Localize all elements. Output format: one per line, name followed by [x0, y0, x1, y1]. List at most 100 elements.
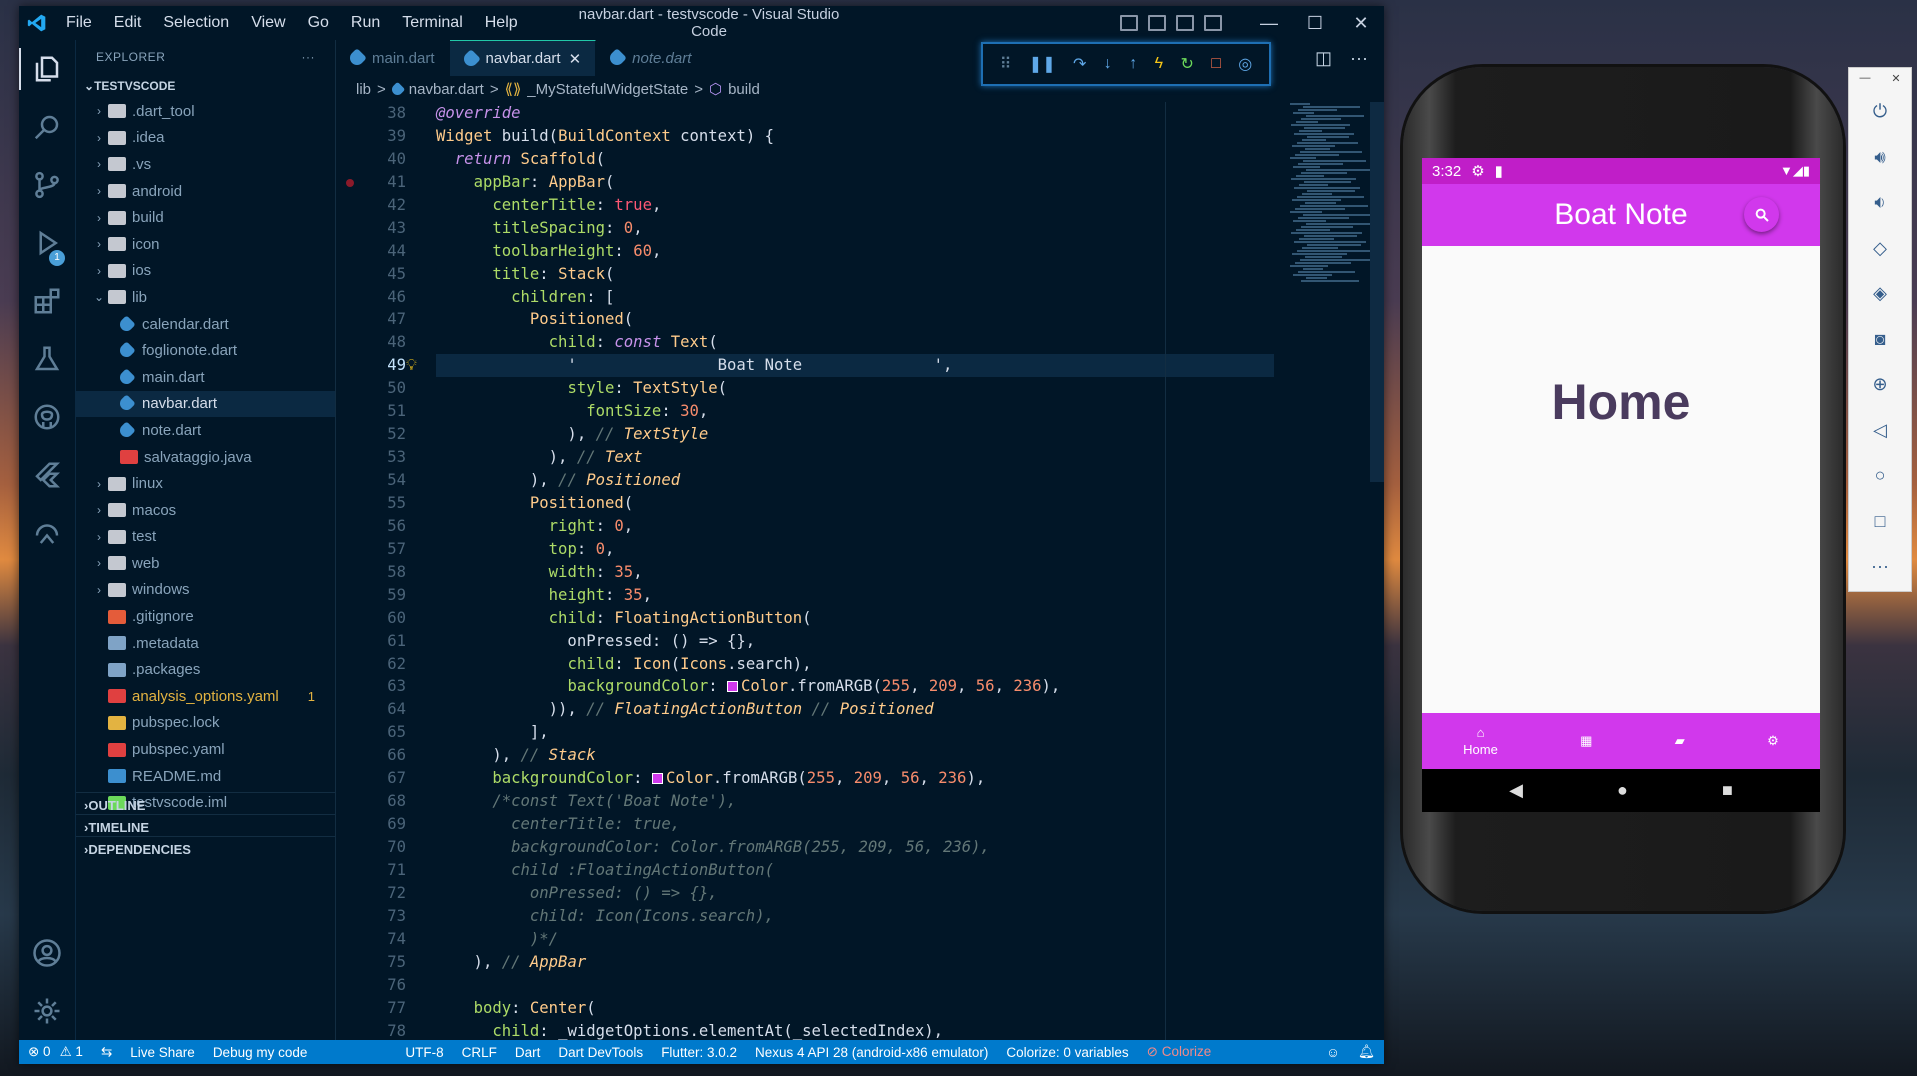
- line-number[interactable]: 47: [336, 308, 416, 331]
- search-fab[interactable]: [1744, 197, 1779, 232]
- tree-item[interactable]: › macos: [76, 497, 335, 524]
- line-number[interactable]: 75: [336, 951, 416, 974]
- code-line[interactable]: ), // Stack: [436, 744, 1274, 767]
- menu-edit[interactable]: Edit: [103, 6, 153, 40]
- remote-explorer-icon[interactable]: [19, 504, 75, 562]
- tree-item[interactable]: › .vs: [76, 151, 335, 178]
- editor-scrollbar[interactable]: [1370, 102, 1384, 482]
- tree-item[interactable]: › linux: [76, 470, 335, 497]
- line-number[interactable]: 72: [336, 882, 416, 905]
- line-number[interactable]: 48: [336, 331, 416, 354]
- pause-icon[interactable]: ❚❚: [1029, 54, 1056, 74]
- line-number[interactable]: 40: [336, 148, 416, 171]
- line-number[interactable]: 52: [336, 423, 416, 446]
- tree-item[interactable]: main.dart: [76, 364, 335, 391]
- tree-item[interactable]: salvataggio.java: [76, 444, 335, 471]
- rotate-right-icon[interactable]: ◈: [1873, 271, 1887, 317]
- code-line[interactable]: Positioned(: [436, 308, 1274, 331]
- line-number[interactable]: 62: [336, 653, 416, 676]
- tree-item[interactable]: .gitignore: [76, 603, 335, 630]
- toggle-sidebar-icon[interactable]: [1120, 15, 1138, 31]
- code-line[interactable]: child: _widgetOptions.elementAt(_selecte…: [436, 1020, 1274, 1041]
- menu-help[interactable]: Help: [474, 6, 529, 40]
- code-line[interactable]: onPressed: () => {},: [436, 630, 1274, 653]
- tree-item[interactable]: › web: [76, 550, 335, 577]
- tree-item[interactable]: › build: [76, 204, 335, 231]
- breadcrumb-lib[interactable]: lib: [356, 81, 371, 98]
- tab-close-icon[interactable]: ✕: [569, 50, 582, 68]
- line-number[interactable]: 74: [336, 928, 416, 951]
- code-line[interactable]: titleSpacing: 0,: [436, 217, 1274, 240]
- rotate-left-icon[interactable]: ◇: [1873, 226, 1887, 272]
- source-control-icon[interactable]: [19, 156, 75, 214]
- tree-item[interactable]: .packages: [76, 656, 335, 683]
- explorer-icon[interactable]: [19, 40, 75, 98]
- devtools-icon[interactable]: ◎: [1238, 54, 1252, 74]
- tree-item[interactable]: › android: [76, 178, 335, 205]
- line-number[interactable]: 54: [336, 469, 416, 492]
- explorer-more-button[interactable]: ···: [302, 50, 316, 64]
- tree-item[interactable]: .metadata: [76, 630, 335, 657]
- close-button[interactable]: ✕: [1338, 13, 1384, 34]
- debug-target-icon[interactable]: ⇆: [92, 1044, 121, 1060]
- home-button-icon[interactable]: ●: [1617, 780, 1628, 801]
- more-icon[interactable]: ···: [1871, 544, 1889, 590]
- line-number[interactable]: 44: [336, 240, 416, 263]
- hot-reload-icon[interactable]: ϟ: [1155, 55, 1163, 73]
- tree-item[interactable]: navbar.dart: [76, 390, 335, 418]
- stop-icon[interactable]: □: [1211, 55, 1221, 73]
- line-number[interactable]: 78: [336, 1020, 416, 1041]
- split-editor-icon[interactable]: ◫: [1315, 48, 1332, 69]
- breadcrumb-method[interactable]: build: [728, 81, 760, 98]
- code-line[interactable]: child: Icon(Icons.search),: [436, 653, 1274, 676]
- tree-item[interactable]: › .dart_tool: [76, 98, 335, 125]
- code-line[interactable]: children: [: [436, 286, 1274, 309]
- code-line[interactable]: style: TextStyle(: [436, 377, 1274, 400]
- code-line[interactable]: Widget build(BuildContext context) {: [436, 125, 1274, 148]
- tree-item[interactable]: analysis_options.yaml 1: [76, 683, 335, 710]
- flutter-icon[interactable]: [19, 446, 75, 504]
- tree-item[interactable]: calendar.dart: [76, 311, 335, 338]
- menu-terminal[interactable]: Terminal: [391, 6, 473, 40]
- line-number[interactable]: 67: [336, 767, 416, 790]
- tree-item[interactable]: › windows: [76, 577, 335, 604]
- code-line[interactable]: child: Icon(Icons.search),: [436, 905, 1274, 928]
- line-number[interactable]: 76: [336, 974, 416, 997]
- code-line[interactable]: return Scaffold(: [436, 148, 1274, 171]
- code-line[interactable]: child :FloatingActionButton(: [436, 859, 1274, 882]
- maximize-button[interactable]: ☐: [1292, 13, 1338, 34]
- line-number[interactable]: 49: [336, 354, 416, 377]
- code-line[interactable]: height: 35,: [436, 584, 1274, 607]
- breakpoint-icon[interactable]: [346, 178, 354, 187]
- tab-note-dart[interactable]: note.dart: [596, 40, 707, 76]
- code-line[interactable]: ), // Text: [436, 446, 1274, 469]
- tree-item[interactable]: note.dart: [76, 417, 335, 444]
- code-line[interactable]: ), // TextStyle: [436, 423, 1274, 446]
- workspace-root[interactable]: ⌄ TESTVSCODE: [76, 74, 335, 98]
- language-mode[interactable]: Dart: [506, 1045, 550, 1060]
- line-number[interactable]: 38: [336, 102, 416, 125]
- dart-devtools[interactable]: Dart DevTools: [549, 1045, 652, 1060]
- colorize-status[interactable]: Colorize: 0 variables: [997, 1045, 1137, 1060]
- breadcrumb-file[interactable]: navbar.dart: [409, 81, 484, 98]
- step-out-icon[interactable]: ↑: [1129, 55, 1137, 73]
- code-line[interactable]: toolbarHeight: 60,: [436, 240, 1274, 263]
- volume-up-icon[interactable]: 🔊︎: [1874, 135, 1885, 181]
- back-icon[interactable]: ◁: [1873, 408, 1887, 454]
- dependencies-section[interactable]: › DEPENDENCIES: [76, 836, 335, 862]
- emu-minimize-icon[interactable]: —: [1859, 72, 1870, 85]
- power-icon[interactable]: ⏻: [1873, 89, 1887, 135]
- breadcrumb-class[interactable]: _MyStatefulWidgetState: [527, 81, 688, 98]
- recents-icon[interactable]: ■: [1722, 780, 1733, 801]
- step-over-icon[interactable]: ↷: [1073, 54, 1086, 74]
- code-line[interactable]: onPressed: () => {},: [436, 882, 1274, 905]
- device-selector[interactable]: Nexus 4 API 28 (android-x86 emulator): [746, 1045, 997, 1060]
- code-line[interactable]: body: Center(: [436, 997, 1274, 1020]
- lightbulb-icon[interactable]: 💡︎: [406, 354, 417, 377]
- notifications-icon[interactable]: 🔔︎: [1349, 1044, 1384, 1060]
- code-line[interactable]: centerTitle: true,: [436, 813, 1274, 836]
- feedback-icon[interactable]: ☺: [1317, 1045, 1349, 1060]
- code-lines[interactable]: @override Widget build(BuildContext conte…: [406, 102, 1274, 1041]
- code-line[interactable]: right: 0,: [436, 515, 1274, 538]
- extensions-icon[interactable]: [19, 272, 75, 330]
